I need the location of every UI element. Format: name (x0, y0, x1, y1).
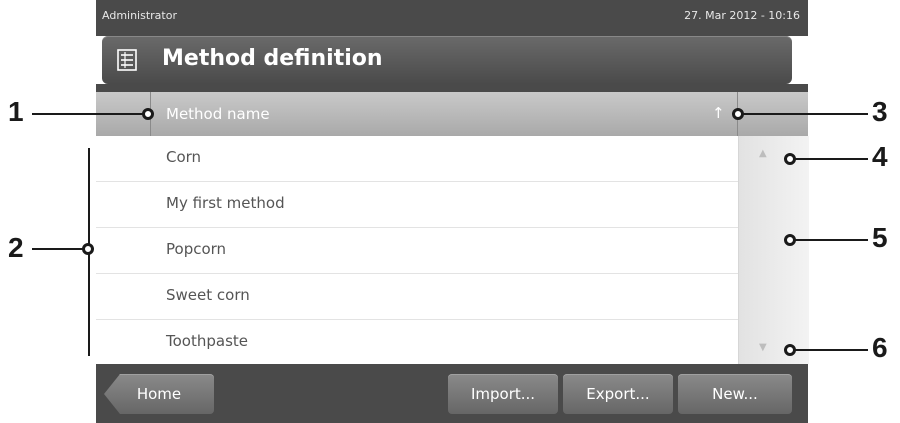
callout-marker (82, 243, 94, 255)
list-item-label: Popcorn (166, 240, 227, 258)
callout-number: 6 (872, 332, 888, 363)
column-header-method-name[interactable]: Method name ↑ (96, 92, 808, 136)
scrollbar[interactable]: ▲ ▼ (738, 136, 809, 364)
list-item-label: My first method (166, 194, 285, 212)
import-button[interactable]: Import... (448, 374, 558, 414)
method-list-icon (117, 49, 137, 71)
export-button-label: Export... (586, 385, 650, 403)
scroll-down-icon[interactable]: ▼ (759, 342, 767, 353)
status-bar: Administrator 27. Mar 2012 - 10:16 (96, 0, 808, 36)
callout-leader-line (738, 113, 868, 115)
title-bar: Method definition (102, 36, 792, 84)
sort-ascending-icon[interactable]: ↑ (712, 104, 725, 122)
callout-number: 3 (872, 96, 888, 127)
new-button-label: New... (712, 385, 758, 403)
callout-number: 1 (8, 96, 24, 127)
home-button[interactable]: Home (104, 374, 214, 414)
callout-leader-line (790, 239, 868, 241)
home-button-label: Home (136, 385, 182, 403)
new-button[interactable]: New... (678, 374, 792, 414)
list-item-label: Corn (166, 148, 202, 166)
export-button[interactable]: Export... (563, 374, 673, 414)
callout-leader-line (790, 158, 868, 160)
scroll-up-icon[interactable]: ▲ (759, 148, 767, 159)
page-title: Method definition (162, 46, 383, 71)
callout-number: 2 (8, 232, 24, 263)
callout-marker (784, 153, 796, 165)
callout-number: 4 (872, 141, 888, 172)
list-item[interactable]: My first method (96, 182, 738, 228)
callout-leader-line (790, 349, 868, 351)
action-bar: Home Import... Export... New... (96, 364, 808, 423)
callout-number: 5 (872, 222, 888, 253)
callout-leader-line (32, 248, 88, 250)
callout-marker (784, 344, 796, 356)
list-item[interactable]: Popcorn (96, 228, 738, 274)
date-time: 27. Mar 2012 - 10:16 (684, 9, 800, 22)
divider (96, 84, 808, 92)
list-item[interactable]: Corn (96, 136, 738, 182)
method-list: Corn My first method Popcorn Sweet corn … (96, 136, 738, 365)
callout-marker (142, 108, 154, 120)
list-item[interactable]: Toothpaste (96, 320, 738, 365)
callout-leader-line (32, 113, 144, 115)
column-header-label: Method name (166, 105, 270, 123)
user-name: Administrator (102, 9, 177, 22)
list-item-label: Sweet corn (166, 286, 250, 304)
list-item-label: Toothpaste (166, 332, 248, 350)
import-button-label: Import... (470, 385, 536, 403)
list-item[interactable]: Sweet corn (96, 274, 738, 320)
device-screen: Administrator 27. Mar 2012 - 10:16 Metho… (96, 0, 809, 423)
callout-marker (784, 234, 796, 246)
callout-marker (732, 108, 744, 120)
